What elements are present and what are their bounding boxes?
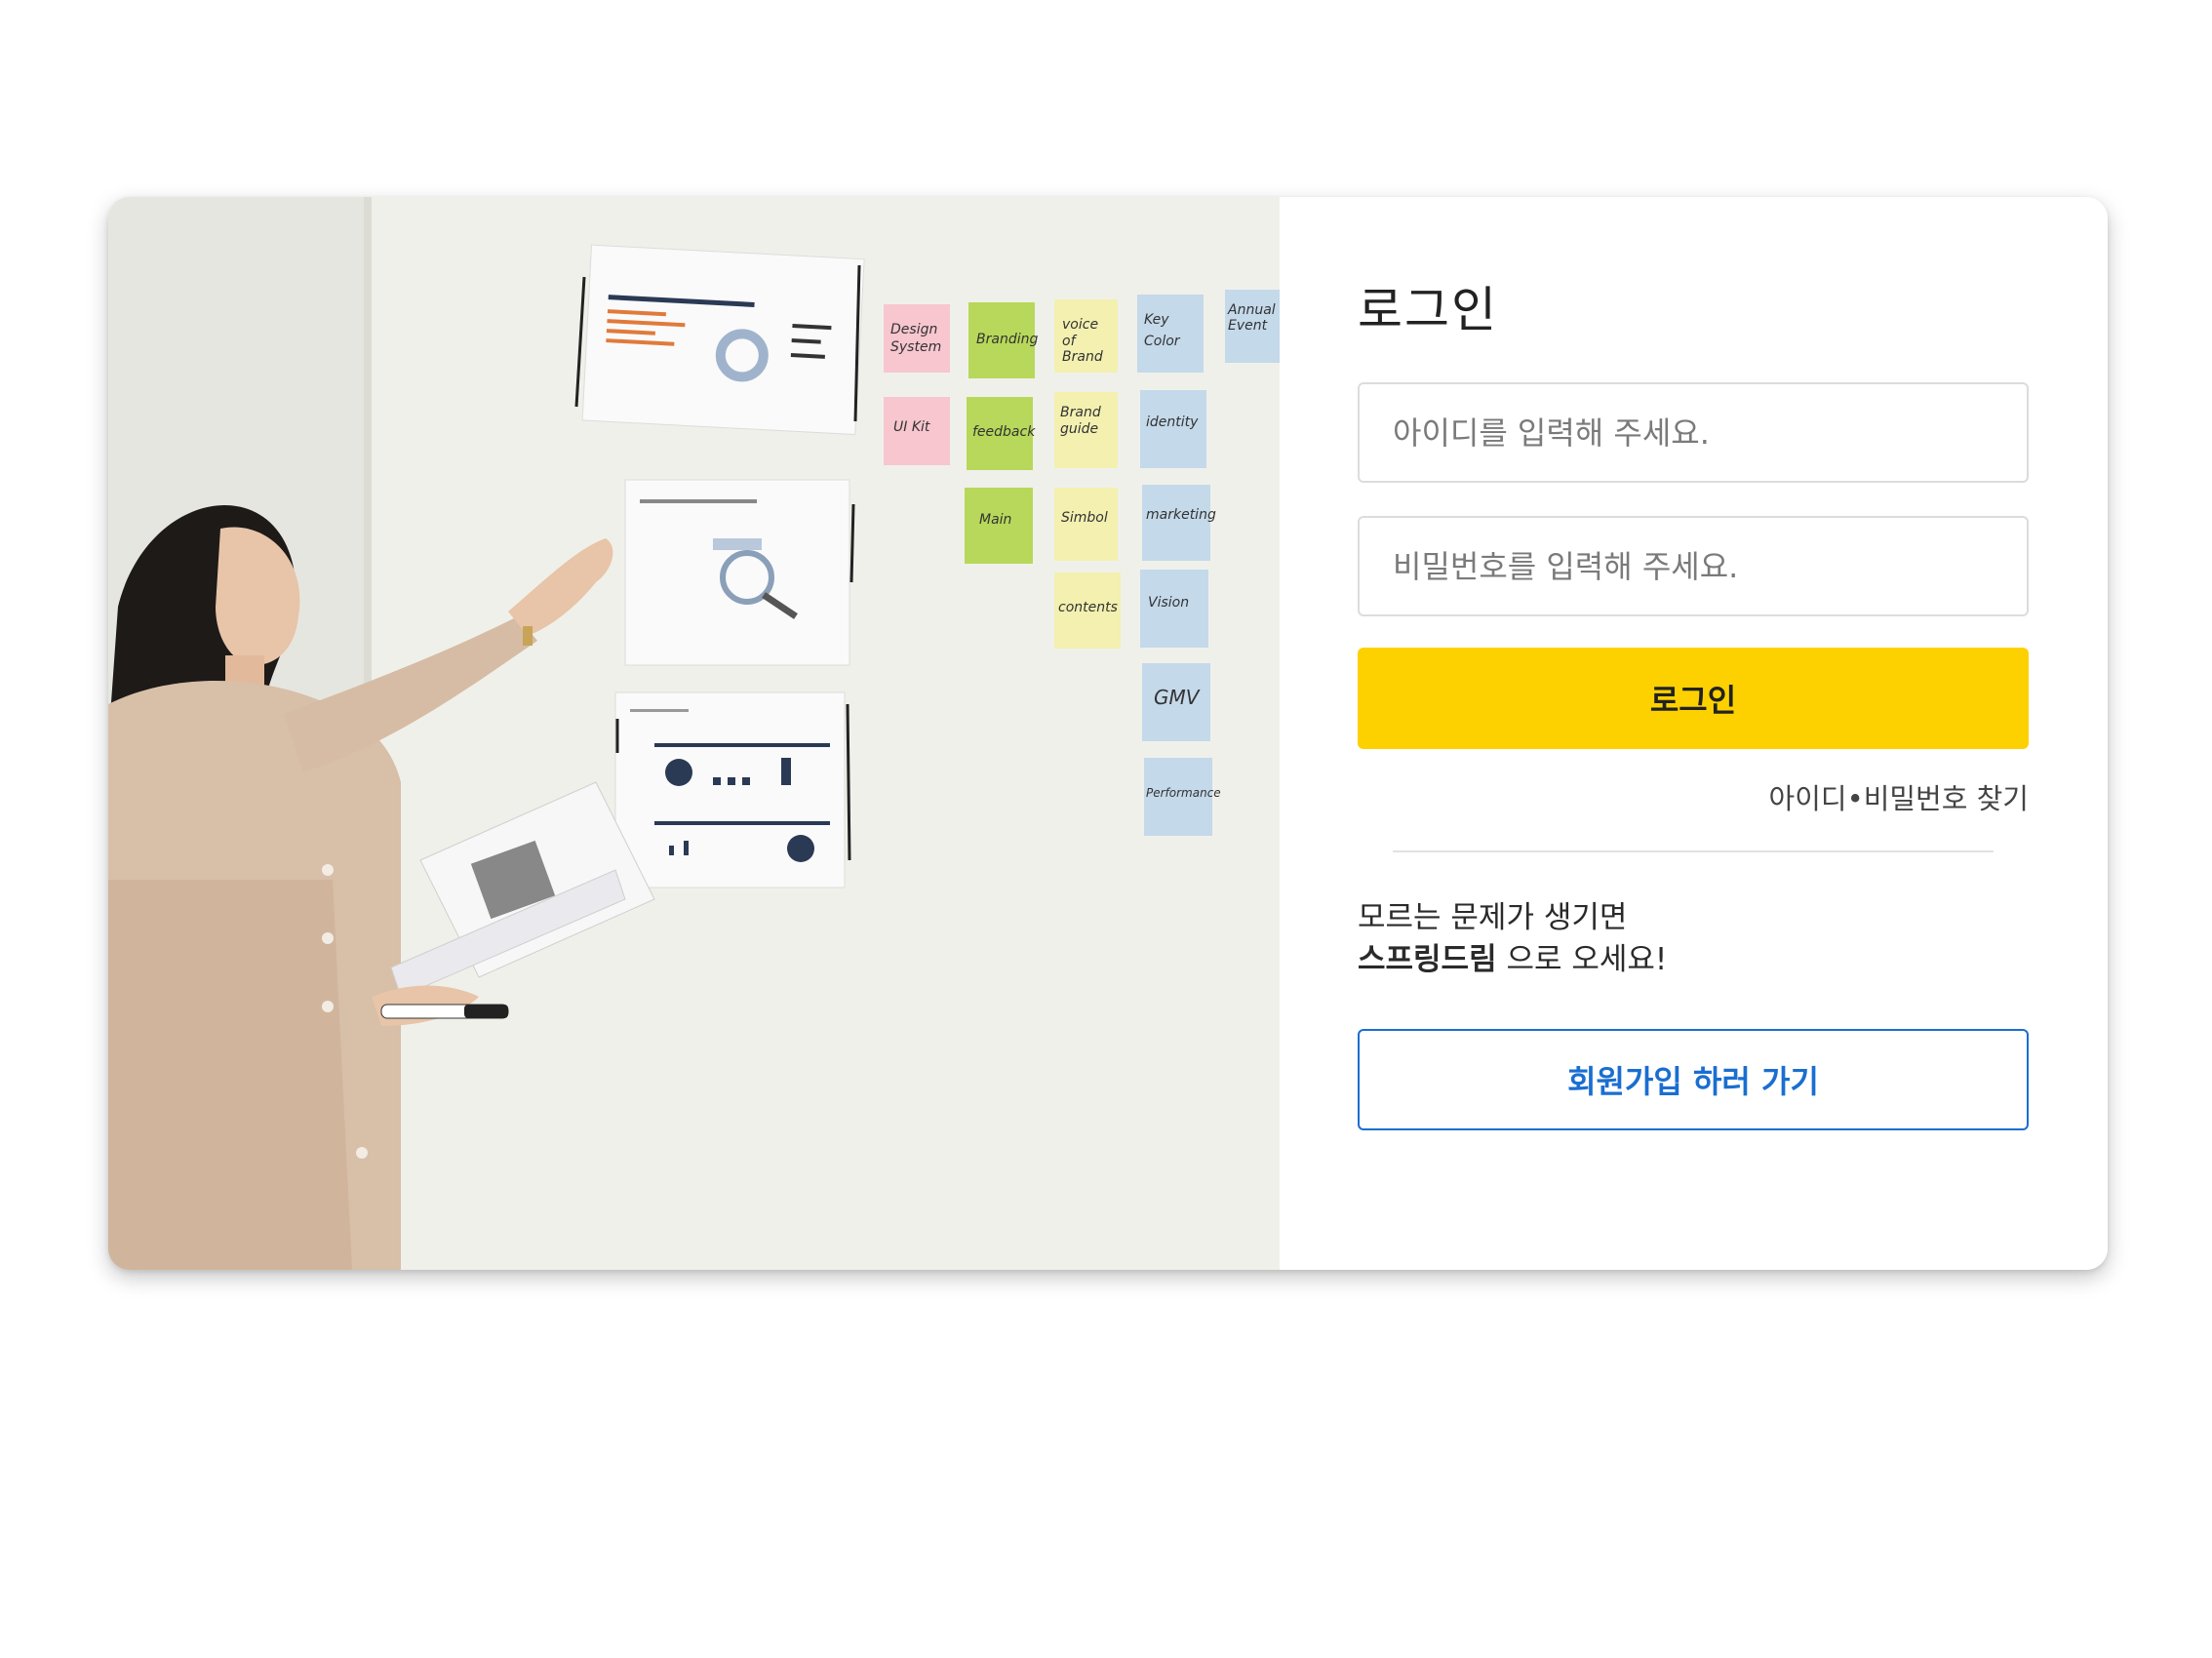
svg-text:System: System: [890, 339, 941, 355]
svg-text:Simbol: Simbol: [1061, 510, 1108, 526]
poster-chart-1: [581, 244, 865, 436]
svg-text:Design: Design: [890, 322, 937, 337]
svg-text:feedback: feedback: [972, 424, 1036, 440]
password-input[interactable]: [1358, 516, 2029, 616]
svg-text:Performance: Performance: [1146, 786, 1221, 800]
login-button[interactable]: 로그인: [1358, 648, 2029, 749]
svg-text:GMV: GMV: [1154, 686, 1201, 709]
svg-text:voice: voice: [1062, 317, 1098, 333]
help-line-2-suffix: 으로 오세요!: [1496, 942, 1668, 977]
id-input[interactable]: [1358, 382, 2029, 483]
svg-text:identity: identity: [1146, 414, 1199, 430]
svg-text:Branding: Branding: [976, 332, 1038, 347]
svg-text:Vision: Vision: [1148, 595, 1189, 611]
hero-image: Design System Branding voice of Brand Ke…: [108, 197, 1280, 1270]
poster-chart-2: [624, 479, 855, 666]
help-line-2: 스프링드림 으로 오세요!: [1358, 939, 1667, 981]
login-card: Design System Branding voice of Brand Ke…: [108, 197, 2108, 1270]
svg-text:Brand: Brand: [1062, 349, 1103, 365]
svg-text:marketing: marketing: [1146, 507, 1216, 523]
svg-text:Color: Color: [1144, 334, 1181, 349]
login-title: 로그인: [1358, 282, 1498, 338]
divider: [1393, 850, 1994, 852]
find-id-password-link[interactable]: 아이디•비밀번호 찾기: [1769, 776, 2029, 817]
svg-text:Annual: Annual: [1227, 302, 1276, 318]
signup-button[interactable]: 회원가입 하러 가기: [1358, 1029, 2029, 1130]
svg-text:Main: Main: [979, 512, 1011, 528]
svg-text:contents: contents: [1058, 600, 1118, 615]
svg-text:UI Kit: UI Kit: [893, 419, 930, 435]
brand-name: 스프링드림: [1358, 942, 1497, 977]
poster-chart-3: [614, 691, 851, 888]
svg-text:Key: Key: [1144, 312, 1169, 328]
svg-text:Brand: Brand: [1060, 405, 1101, 420]
svg-text:of: of: [1062, 334, 1078, 349]
help-line-1: 모르는 문제가 생기면: [1358, 900, 1628, 935]
svg-text:guide: guide: [1060, 421, 1098, 437]
help-text: 모르는 문제가 생기면 스프링드림 으로 오세요!: [1358, 897, 1667, 981]
svg-text:Event: Event: [1228, 318, 1268, 334]
login-panel: 로그인 로그인 아이디•비밀번호 찾기 모르는 문제가 생기면 스프링드림 으로…: [1280, 197, 2108, 1270]
